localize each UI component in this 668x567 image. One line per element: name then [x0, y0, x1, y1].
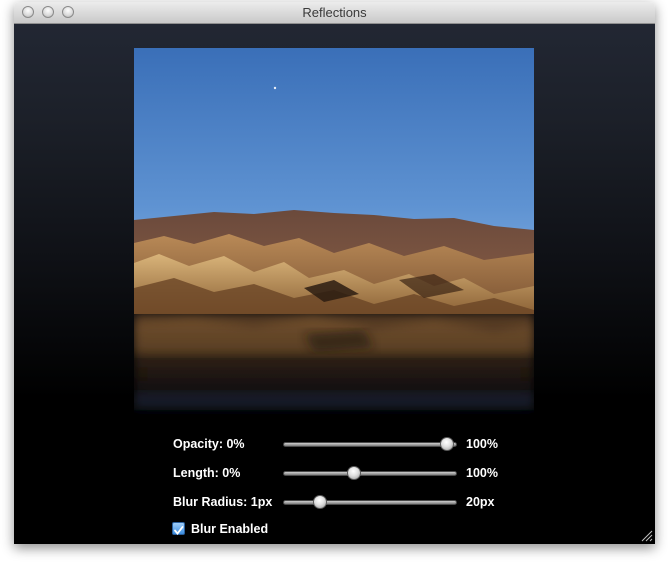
- content-area: Opacity: 0% 100% Length: 0% 100% Blur Ra…: [14, 24, 655, 544]
- blur-radius-slider[interactable]: [283, 500, 457, 505]
- length-label: Length: 0%: [173, 466, 241, 480]
- blur-radius-max-label: 20px: [466, 495, 495, 509]
- checkmark-icon: [174, 526, 184, 535]
- opacity-slider[interactable]: [283, 442, 457, 447]
- blur-radius-label: Blur Radius: 1px: [173, 495, 273, 509]
- title-bar[interactable]: Reflections: [14, 2, 655, 24]
- window-title: Reflections: [302, 5, 367, 20]
- opacity-max-label: 100%: [466, 437, 498, 451]
- opacity-slider-thumb[interactable]: [439, 437, 454, 451]
- length-slider-thumb[interactable]: [347, 466, 362, 480]
- landscape-photo: [134, 48, 534, 314]
- length-slider[interactable]: [283, 471, 457, 476]
- blur-enabled-label[interactable]: Blur Enabled: [191, 522, 268, 536]
- photo-reflection: [134, 314, 534, 424]
- resize-grip-icon[interactable]: [639, 528, 653, 542]
- blur-radius-slider-thumb[interactable]: [312, 495, 327, 509]
- length-max-label: 100%: [466, 466, 498, 480]
- opacity-label: Opacity: 0%: [173, 437, 245, 451]
- reflections-window: Reflections Opacity: 0% 100% Length: 0% …: [14, 2, 655, 544]
- blur-enabled-checkbox[interactable]: [172, 522, 185, 535]
